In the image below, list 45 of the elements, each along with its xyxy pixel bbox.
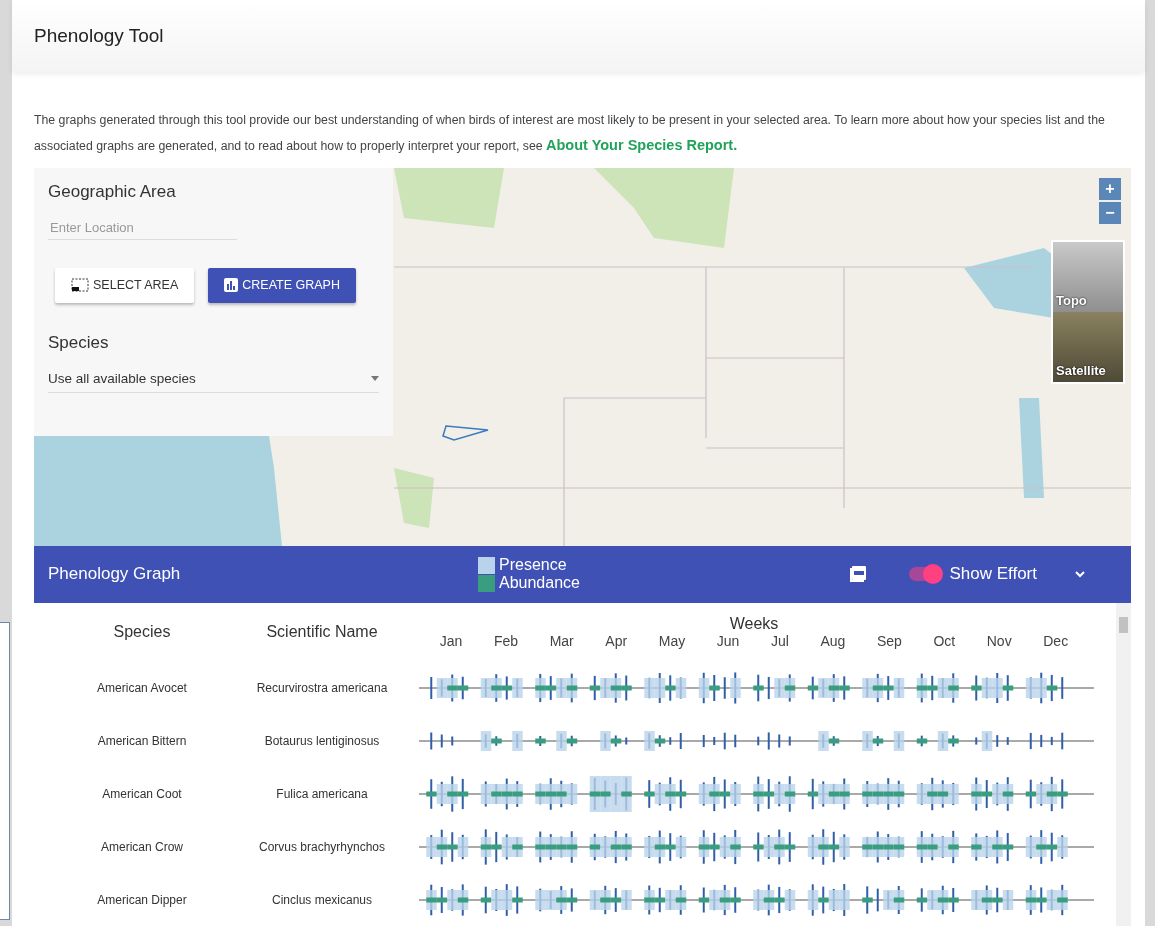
page-title: Phenology Tool: [34, 24, 164, 47]
month-label: Jan: [439, 633, 463, 649]
scrollbar[interactable]: [1116, 603, 1131, 926]
month-label: Apr: [605, 633, 628, 649]
legend-label: Abundance: [499, 574, 580, 593]
location-field[interactable]: Enter Location: [48, 215, 237, 240]
section-title: Geographic Area: [48, 181, 177, 202]
month-label: Feb: [493, 633, 519, 649]
month-label: Dec: [1043, 633, 1069, 649]
scientific-name: Botaurus lentiginosus: [263, 733, 381, 748]
species-name: American Bittern: [96, 733, 188, 748]
species-name: American Crow: [100, 839, 184, 854]
column-header: Scientific Name: [265, 623, 379, 641]
zoom-in-button[interactable]: +: [1099, 177, 1121, 200]
scientific-name: Fulica americana: [275, 786, 369, 801]
species-name: American Avocet: [96, 680, 188, 695]
month-label: May: [658, 633, 686, 649]
chart-icon: [224, 278, 239, 293]
month-label: Nov: [986, 633, 1012, 649]
scientific-name: Recurvirostra americana: [255, 680, 389, 695]
month-label: Oct: [933, 633, 956, 649]
toggle-label: Show Effort: [949, 564, 1037, 585]
graph-title: Phenology Graph: [48, 564, 182, 585]
species-select[interactable]: Use all available species: [48, 364, 379, 393]
map-layer-button[interactable]: Satellite: [1053, 311, 1123, 382]
intro-paragraph: The graphs generated through this tool provide our best understanding of when birds of interest are most likely to be present in your selected area. To learn more about how your species list and the associated graphs are generated, and to read about how to properly interpret your report, see About Your Species Report.: [34, 111, 1106, 155]
selection-icon: [71, 278, 89, 293]
section-title: Species: [48, 332, 110, 353]
month-label: Sep: [876, 633, 902, 649]
pdf-icon[interactable]: [849, 565, 868, 584]
select-area-button[interactable]: SELECT AREA: [55, 267, 195, 303]
scientific-name: Cinclus mexicanus: [270, 892, 373, 907]
month-label: Aug: [820, 633, 846, 649]
month-label: Jul: [770, 633, 789, 649]
zoom-out-button[interactable]: −: [1099, 201, 1121, 224]
species-name: American Coot: [101, 786, 183, 801]
month-label: Mar: [549, 633, 574, 649]
month-label: Jun: [716, 633, 740, 649]
dropdown-caret-icon: [371, 375, 379, 381]
species-name: American Dipper: [96, 892, 188, 907]
create-graph-button[interactable]: CREATE GRAPH: [208, 267, 356, 303]
column-header: Species: [112, 623, 172, 641]
weeks-label: Weeks: [729, 615, 779, 633]
scientific-name: Corvus brachyrhynchos: [257, 839, 387, 854]
legend-label: Presence: [499, 556, 567, 575]
